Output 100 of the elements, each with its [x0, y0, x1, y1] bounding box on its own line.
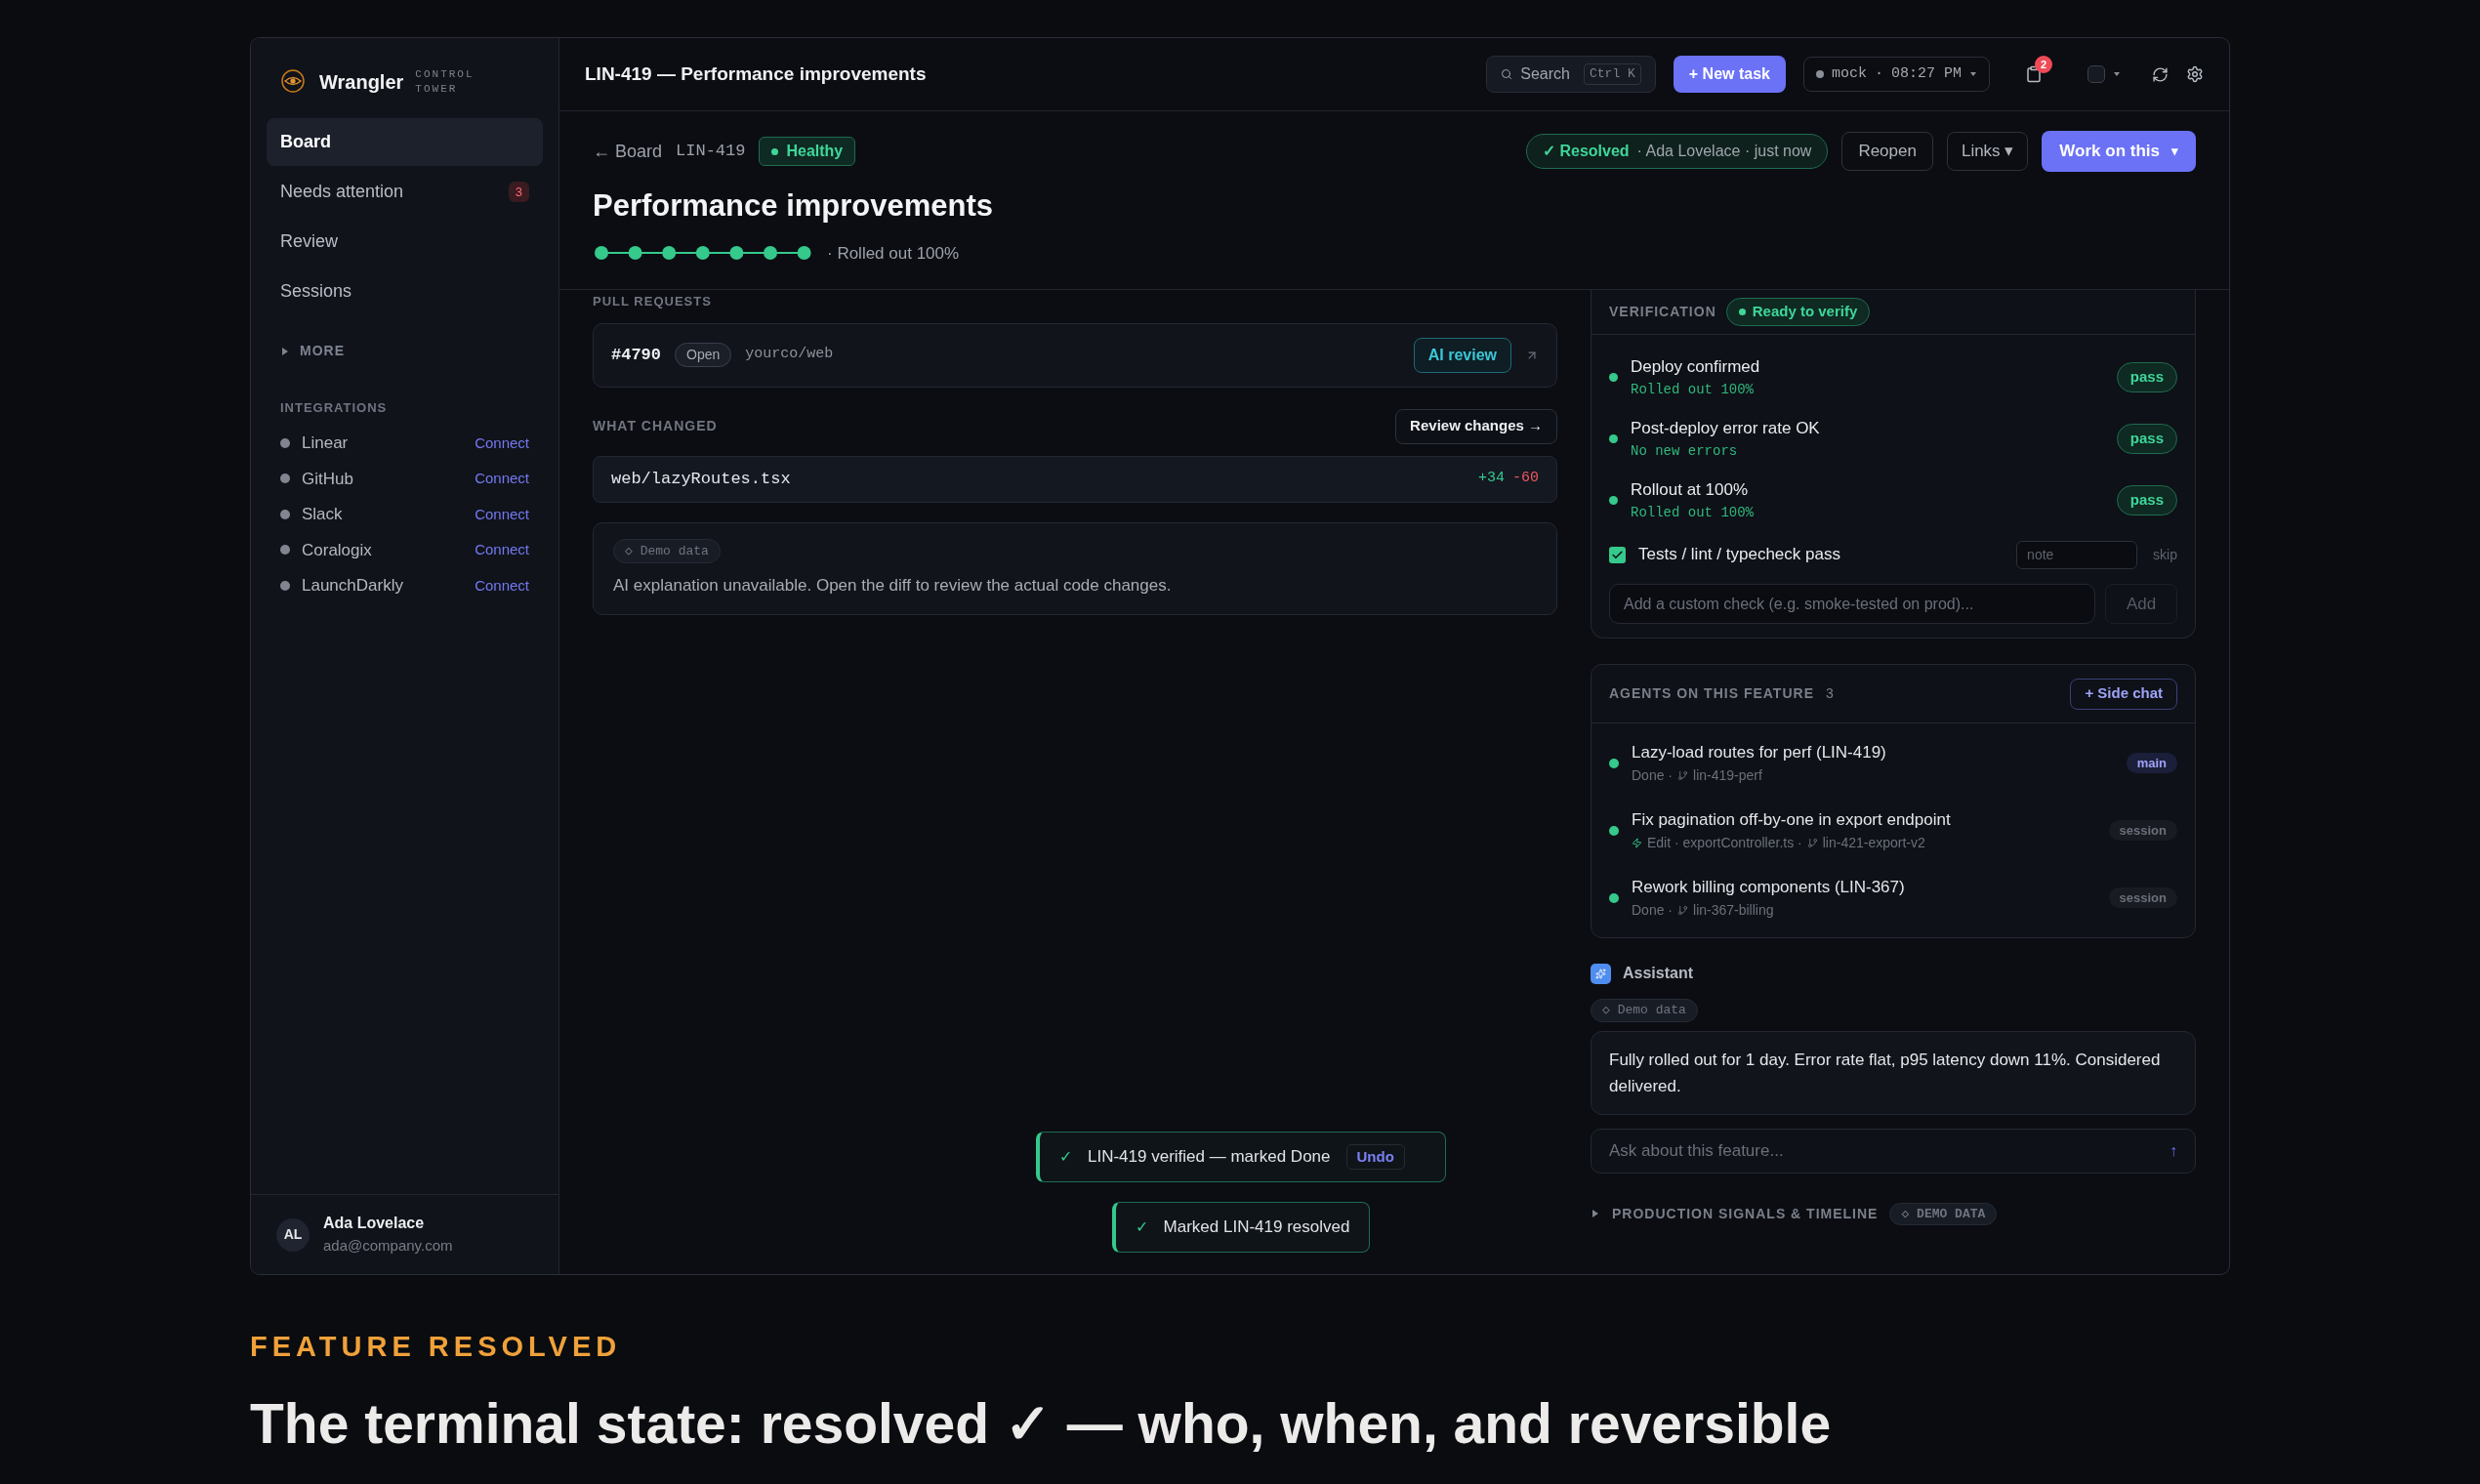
- pr-number: #4790: [611, 344, 661, 366]
- assistant-title: Assistant: [1623, 964, 1694, 983]
- assistant-icon: [1591, 963, 1611, 984]
- nav-item[interactable]: Needs attention 3: [267, 168, 543, 216]
- agent-activity: Done ·: [1632, 765, 1674, 785]
- toast-message: Marked LIN-419 resolved: [1163, 1216, 1350, 1239]
- links-button[interactable]: Links ▾: [1946, 132, 2029, 171]
- brand-name: Wrangler: [319, 70, 404, 95]
- ask-field[interactable]: Ask about this feature... ↑: [1591, 1128, 2196, 1174]
- section-heading: VERIFICATION: [1609, 303, 1716, 321]
- ready-badge: Ready to verify: [1725, 298, 1871, 326]
- refresh-icon[interactable]: [2152, 65, 2169, 83]
- view-toggle[interactable]: [2087, 65, 2121, 83]
- ai-review-button[interactable]: AI review: [1413, 337, 1511, 373]
- note-field[interactable]: note: [2016, 540, 2138, 569]
- agent-title: Lazy-load routes for perf (LIN-419): [1632, 742, 1887, 764]
- repo-name: yourco/web: [745, 345, 835, 365]
- lines-added: +34: [1477, 469, 1505, 489]
- health-badge: Healthy: [759, 137, 856, 166]
- new-task-button[interactable]: + New task: [1673, 56, 1786, 93]
- agent-tag: main: [2126, 752, 2177, 774]
- work-on-this-button[interactable]: Work on this ▾: [2042, 131, 2196, 172]
- send-button[interactable]: ↑: [2170, 1138, 2177, 1163]
- nav-item[interactable]: Review: [267, 218, 543, 266]
- checkbox[interactable]: [1609, 546, 1626, 563]
- changed-file-row[interactable]: web/lazyRoutes.tsx +34 -60: [593, 455, 1557, 503]
- demo-data-tag: ◇ Demo data: [613, 538, 721, 563]
- explanation-text: AI explanation unavailable. Open the diff to review the actual code changes.: [613, 575, 1172, 597]
- search-field[interactable]: Search Ctrl K: [1486, 56, 1656, 93]
- agent-count: 3: [1825, 684, 1835, 703]
- lines-removed: -60: [1512, 469, 1539, 489]
- agent-title: Fix pagination off-by-one in export endpoint: [1632, 809, 1952, 832]
- nav-item[interactable]: Board: [267, 118, 543, 166]
- agent-tag: session: [2108, 886, 2177, 909]
- check-label: Post-deploy error rate OK: [1631, 418, 1821, 440]
- nav-item[interactable]: Sessions: [267, 268, 543, 315]
- section-heading: AGENTS ON THIS FEATURE: [1609, 684, 1814, 703]
- agent-row[interactable]: Fix pagination off-by-one in export endpoint Edit · exportController.ts · lin-421-export-v2 session: [1609, 797, 2177, 864]
- connect-link[interactable]: Connect: [475, 539, 529, 561]
- integration-name: Slack: [302, 504, 344, 525]
- back-link[interactable]: ← Board: [593, 138, 663, 165]
- branch-icon: [1677, 769, 1689, 781]
- branch-name: lin-421-export-v2: [1822, 833, 1925, 852]
- user-avatar: AL: [276, 1217, 310, 1252]
- check-detail: No new errors: [1631, 441, 1739, 461]
- check-label: Rollout at 100%: [1631, 479, 1750, 502]
- check-detail: Rolled out 100%: [1631, 380, 1756, 399]
- agent-activity: Done ·: [1632, 900, 1674, 920]
- notification-badge: 2: [2035, 56, 2052, 73]
- check-icon: [1611, 548, 1624, 561]
- caret-icon: [2113, 70, 2121, 78]
- connect-link[interactable]: Connect: [475, 432, 529, 454]
- more-toggle[interactable]: MORE: [300, 341, 345, 361]
- section-heading: WHAT CHANGED: [593, 417, 718, 435]
- environment-selector[interactable]: mock · 08:27 PM: [1802, 57, 1990, 92]
- pull-request-card[interactable]: #4790 Open yourco/web AI review: [593, 322, 1557, 388]
- connect-link[interactable]: Connect: [475, 503, 529, 525]
- pass-badge: pass: [2116, 485, 2177, 515]
- review-changes-button[interactable]: Review changes →: [1395, 408, 1557, 444]
- count-badge: 3: [508, 181, 529, 203]
- branch-name: lin-367-billing: [1693, 900, 1774, 920]
- eyebrow-label: FEATURE RESOLVED: [250, 1330, 623, 1364]
- eye-logo-icon: [280, 68, 308, 96]
- integration-name: LaunchDarkly: [302, 575, 404, 597]
- pass-badge: pass: [2116, 362, 2177, 392]
- section-heading: PULL REQUESTS: [593, 293, 713, 310]
- integration-name: Linear: [302, 433, 350, 454]
- bolt-icon: [1632, 837, 1642, 848]
- check-mark: ✓: [1059, 1147, 1072, 1167]
- toast-message: LIN-419 verified — marked Done: [1088, 1146, 1331, 1169]
- section-heading: INTEGRATIONS: [279, 399, 389, 417]
- undo-button[interactable]: Undo: [1345, 1143, 1405, 1171]
- resolved-status-pill: ✓ Resolved · Ada Lovelace · just now: [1526, 134, 1829, 169]
- agent-title: Rework billing components (LIN-367): [1632, 877, 1906, 899]
- branch-name: lin-419-perf: [1693, 765, 1762, 785]
- connect-link[interactable]: Connect: [475, 468, 529, 490]
- reopen-button[interactable]: Reopen: [1841, 132, 1933, 171]
- user-name: Ada Lovelace: [323, 1214, 426, 1234]
- signals-toggle[interactable]: PRODUCTION SIGNALS & TIMELINE: [1612, 1203, 1879, 1224]
- side-chat-button[interactable]: + Side chat: [2070, 678, 2177, 710]
- agent-row[interactable]: Lazy-load routes for perf (LIN-419) Done · lin-419-perf main: [1609, 729, 2177, 797]
- branch-icon: [1806, 837, 1818, 848]
- check-label: Deploy confirmed: [1631, 356, 1761, 379]
- demo-data-tag: ◇ DEMO DATA: [1889, 1202, 1998, 1225]
- check-mark: ✓: [1135, 1217, 1148, 1237]
- connect-link[interactable]: Connect: [475, 574, 529, 597]
- feature-title: Performance improvements: [593, 187, 995, 225]
- integration-name: Coralogix: [302, 539, 373, 561]
- brand-tagline: CONTROL TOWER: [415, 67, 475, 97]
- headline: The terminal state: resolved ✓ — who, when, and reversible: [250, 1390, 1833, 1457]
- check-label: Tests / lint / typecheck pass: [1638, 544, 1841, 566]
- shortcut-key: Ctrl K: [1584, 63, 1641, 85]
- settings-icon[interactable]: [2186, 65, 2204, 83]
- pass-badge: pass: [2116, 424, 2177, 454]
- feature-id: LIN-419: [676, 141, 746, 163]
- custom-check-field[interactable]: Add a custom check (e.g. smoke-tested on prod)...: [1609, 584, 2095, 624]
- agent-row[interactable]: Rework billing components (LIN-367) Done · lin-367-billing session: [1609, 864, 2177, 931]
- check-detail: Rolled out 100%: [1631, 503, 1756, 522]
- search-icon: [1501, 68, 1513, 80]
- agent-tag: session: [2108, 819, 2177, 842]
